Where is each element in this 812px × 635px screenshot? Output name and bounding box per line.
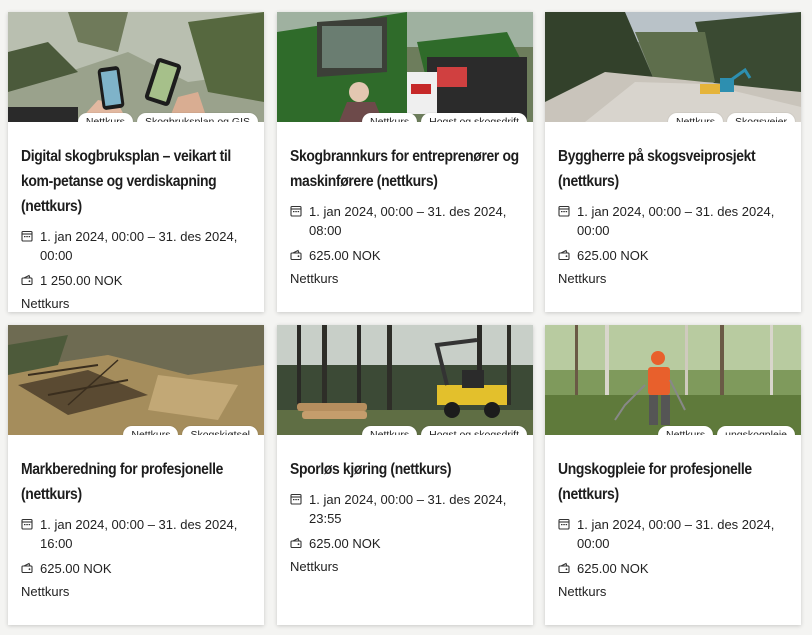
calendar-icon — [21, 230, 33, 242]
course-card[interactable]: Nettkurs Hogst og skogsdrift Sporløs kjø… — [277, 325, 533, 625]
tag-format[interactable]: Nettkurs — [362, 112, 418, 122]
tag-format[interactable]: Nettkurs — [123, 425, 179, 435]
course-card[interactable]: Nettkurs Hogst og skogsdrift Skogbrannku… — [277, 12, 533, 312]
calendar-icon — [290, 205, 302, 217]
tag-format[interactable]: Nettkurs — [658, 425, 714, 435]
course-type: Nettkurs — [290, 559, 339, 574]
course-type: Nettkurs — [558, 584, 607, 599]
tag-format[interactable]: Nettkurs — [362, 425, 418, 435]
clearing-saw-worker-image — [545, 325, 801, 435]
tag-format[interactable]: Nettkurs — [667, 112, 724, 122]
money-icon — [290, 537, 302, 549]
course-type: Nettkurs — [21, 584, 70, 599]
course-price: 625.00 NOK — [309, 248, 381, 263]
calendar-icon — [558, 518, 570, 530]
course-date: 1. jan 2024, 00:00 – 31. des 2024, 08:00 — [309, 204, 507, 238]
course-card[interactable]: Nettkurs Skogsveier Byggherre på skogsve… — [545, 12, 801, 312]
date-row: 1. jan 2024, 00:00 – 31. des 2024, 00:00 — [21, 227, 251, 265]
course-date: 1. jan 2024, 00:00 – 31. des 2024, 00:00 — [577, 517, 775, 551]
course-type: Nettkurs — [21, 296, 70, 311]
course-price: 625.00 NOK — [577, 561, 649, 576]
course-date: 1. jan 2024, 00:00 – 31. des 2024, 23:55 — [309, 492, 507, 526]
date-row: 1. jan 2024, 00:00 – 31. des 2024, 08:00 — [290, 202, 520, 240]
money-icon — [558, 562, 570, 574]
course-card[interactable]: Nettkurs Skogskjøtsel Markberedning for … — [8, 325, 264, 625]
course-image: Nettkurs Skogskjøtsel — [8, 325, 264, 435]
money-icon — [290, 249, 302, 261]
course-date: 1. jan 2024, 00:00 – 31. des 2024, 00:00 — [577, 204, 775, 238]
course-title[interactable]: Skogbrannkurs for entreprenører og maski… — [290, 144, 520, 194]
course-title[interactable]: Digital skogbruksplan – veikart til kom-… — [21, 144, 251, 219]
tag-category[interactable]: Hogst og skogsdrift — [421, 112, 527, 122]
course-title[interactable]: Sporløs kjøring (nettkurs) — [290, 457, 520, 482]
calendar-icon — [558, 205, 570, 217]
course-price: 625.00 NOK — [40, 561, 112, 576]
course-image: Nettkurs Hogst og skogsdrift — [277, 12, 533, 122]
course-date: 1. jan 2024, 00:00 – 31. des 2024, 16:00 — [40, 517, 238, 551]
forwarder-in-forest-image — [277, 325, 533, 435]
money-icon — [558, 249, 570, 261]
course-image: Nettkurs Skogsveier — [545, 12, 801, 122]
tag-category[interactable]: Skogbruksplan og GIS — [136, 112, 258, 122]
course-type: Nettkurs — [290, 271, 339, 286]
course-image: Nettkurs ungskogpleie — [545, 325, 801, 435]
money-icon — [21, 562, 33, 574]
tag-format[interactable]: Nettkurs — [77, 112, 133, 122]
course-price: 625.00 NOK — [577, 248, 649, 263]
price-row: 625.00 NOK — [21, 559, 251, 578]
forest-machine-image — [277, 12, 533, 122]
money-icon — [21, 274, 33, 286]
tag-category[interactable]: Hogst og skogsdrift — [421, 425, 527, 435]
date-row: 1. jan 2024, 00:00 – 31. des 2024, 00:00 — [558, 202, 788, 240]
course-type: Nettkurs — [558, 271, 607, 286]
price-row: 625.00 NOK — [290, 534, 520, 553]
phones-in-forest-image — [8, 12, 264, 122]
calendar-icon — [290, 493, 302, 505]
date-row: 1. jan 2024, 00:00 – 31. des 2024, 00:00 — [558, 515, 788, 553]
scarified-ground-image — [8, 325, 264, 435]
calendar-icon — [21, 518, 33, 530]
tag-category[interactable]: Skogskjøtsel — [182, 425, 258, 435]
price-row: 625.00 NOK — [290, 246, 520, 265]
price-row: 625.00 NOK — [558, 246, 788, 265]
course-image: Nettkurs Skogbruksplan og GIS — [8, 12, 264, 122]
price-row: 625.00 NOK — [558, 559, 788, 578]
course-grid: Nettkurs Skogbruksplan og GIS Digital sk… — [0, 0, 812, 635]
course-title[interactable]: Markberedning for profesjonelle (nettkur… — [21, 457, 251, 507]
date-row: 1. jan 2024, 00:00 – 31. des 2024, 23:55 — [290, 490, 520, 528]
course-price: 1 250.00 NOK — [40, 273, 123, 288]
course-title[interactable]: Ungskogpleie for profesjonelle (nettkurs… — [558, 457, 788, 507]
tag-category[interactable]: Skogsveier — [727, 112, 795, 122]
date-row: 1. jan 2024, 00:00 – 31. des 2024, 16:00 — [21, 515, 251, 553]
course-title[interactable]: Byggherre på skogsveiprosjekt (nettkurs) — [558, 144, 788, 194]
course-card[interactable]: Nettkurs ungskogpleie Ungskogpleie for p… — [545, 325, 801, 625]
course-price: 625.00 NOK — [309, 536, 381, 551]
course-image: Nettkurs Hogst og skogsdrift — [277, 325, 533, 435]
course-card[interactable]: Nettkurs Skogbruksplan og GIS Digital sk… — [8, 12, 264, 312]
tag-category[interactable]: ungskogpleie — [717, 425, 795, 435]
price-row: 1 250.00 NOK — [21, 271, 251, 290]
forest-road-construction-image — [545, 12, 801, 122]
course-date: 1. jan 2024, 00:00 – 31. des 2024, 00:00 — [40, 229, 238, 263]
